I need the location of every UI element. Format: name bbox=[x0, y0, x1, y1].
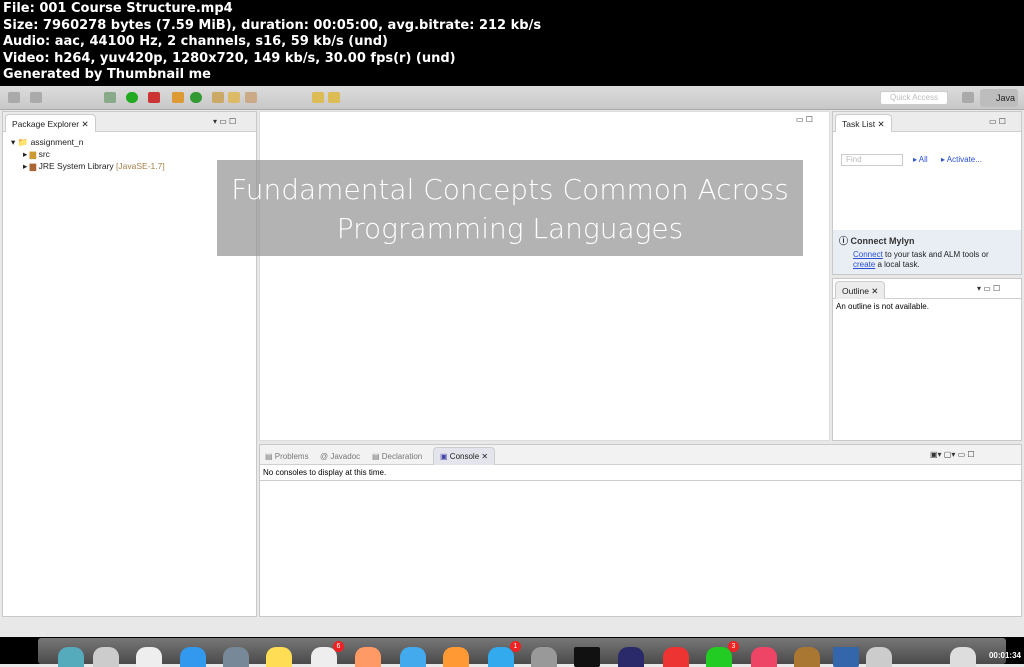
video-info-header: File: 001 Course Structure.mp4 Size: 796… bbox=[0, 0, 1024, 86]
outline-panel: Outline ✕ ▾ ▭ ☐ An outline is not availa… bbox=[832, 278, 1022, 441]
tab-label: Outline bbox=[842, 286, 869, 296]
trash-icon[interactable] bbox=[950, 647, 976, 667]
console-controls[interactable]: ▣▾ ▢▾ ▭ ☐ bbox=[930, 450, 975, 459]
connect-link[interactable]: Connect bbox=[853, 250, 883, 259]
itunes-icon[interactable] bbox=[751, 647, 777, 667]
tab-outline[interactable]: Outline ✕ bbox=[835, 281, 886, 299]
messages-icon[interactable] bbox=[400, 647, 426, 667]
launchpad-icon[interactable] bbox=[93, 647, 119, 667]
open-folder-icon[interactable] bbox=[228, 92, 240, 103]
books-icon[interactable] bbox=[443, 647, 469, 667]
photos-icon[interactable] bbox=[355, 647, 381, 667]
task-list-panel: Task List ✕ ▭ ☐ Find ▸ All ▸ Activate...… bbox=[832, 111, 1022, 275]
settings-icon[interactable] bbox=[531, 647, 557, 667]
view-menu-icon[interactable]: ▾ ▭ ☐ bbox=[213, 117, 236, 126]
window-controls[interactable]: ▭ ☐ bbox=[989, 117, 1006, 126]
outline-message: An outline is not available. bbox=[836, 302, 929, 311]
tab-label: Problems bbox=[274, 452, 309, 461]
tab-label: Declaration bbox=[381, 452, 423, 461]
notes-icon[interactable] bbox=[266, 647, 292, 667]
back-icon[interactable] bbox=[312, 92, 324, 103]
timestamp: 00:01:34 bbox=[988, 651, 1021, 660]
tab-javadoc[interactable]: @ Javadoc bbox=[320, 452, 360, 461]
all-link[interactable]: ▸ All bbox=[913, 155, 928, 164]
tab-label: Task List bbox=[842, 119, 876, 129]
main-toolbar: Quick Access Java bbox=[0, 86, 1024, 110]
info-line: File: 001 Course Structure.mp4 bbox=[3, 1, 233, 16]
dock: 6 1 3 00:01:34 bbox=[0, 637, 1024, 667]
overlay-line: Programming Languages bbox=[336, 212, 684, 245]
tree-item-src[interactable]: ▸ ▆ src bbox=[11, 148, 256, 160]
open-perspective-icon[interactable] bbox=[962, 92, 974, 103]
mylyn-title-text: Connect Mylyn bbox=[850, 236, 915, 246]
photo-icon[interactable] bbox=[223, 647, 249, 667]
word-icon[interactable] bbox=[833, 647, 859, 667]
open-type-icon[interactable] bbox=[212, 92, 224, 103]
tab-declaration[interactable]: ▤ Declaration bbox=[372, 452, 422, 461]
badge: 6 bbox=[333, 641, 344, 652]
info-line: Audio: aac, 44100 Hz, 2 channels, s16, 5… bbox=[3, 34, 388, 49]
tree-item-project[interactable]: ▾ 📁 assignment_n bbox=[11, 136, 256, 148]
window-controls[interactable]: ▾ ▭ ☐ bbox=[977, 284, 1000, 293]
tab-task-list[interactable]: Task List ✕ bbox=[835, 114, 892, 132]
console-message: No consoles to display at this time. bbox=[260, 465, 1021, 481]
mylyn-text: to your task and ALM tools or bbox=[882, 250, 989, 259]
info-line: Video: h264, yuv420p, 1280x720, 149 kb/s… bbox=[3, 50, 456, 66]
tab-label: Console bbox=[449, 452, 480, 461]
item-extra: [JavaSE-1.7] bbox=[116, 161, 165, 171]
project-label: assignment_n bbox=[30, 137, 84, 147]
video-icon[interactable] bbox=[866, 647, 892, 667]
tab-console[interactable]: ▣ Console ✕ bbox=[433, 447, 496, 465]
search-icon[interactable] bbox=[245, 92, 257, 103]
preview-icon[interactable] bbox=[794, 647, 820, 667]
mail-icon[interactable] bbox=[311, 647, 337, 667]
safari-icon[interactable] bbox=[180, 647, 206, 667]
app-store-icon[interactable] bbox=[488, 647, 514, 667]
activate-label: Activate... bbox=[946, 155, 982, 164]
mylyn-text: a local task. bbox=[875, 260, 920, 269]
new-package-icon[interactable] bbox=[172, 92, 184, 103]
quick-access-input[interactable]: Quick Access bbox=[880, 91, 948, 105]
all-label: All bbox=[918, 155, 928, 164]
terminal-icon[interactable] bbox=[574, 647, 600, 667]
external-tools-icon[interactable] bbox=[148, 92, 160, 103]
mylyn-title: ⓘ Connect Mylyn bbox=[839, 236, 915, 246]
info-line: Size: 7960278 bytes (7.59 MiB), duration… bbox=[3, 17, 542, 33]
chrome-icon[interactable] bbox=[663, 647, 689, 667]
connect-mylyn-box: ⓘ Connect Mylyn Connect to your task and… bbox=[833, 230, 1021, 274]
debug-icon[interactable] bbox=[104, 92, 116, 103]
item-label: src bbox=[38, 149, 50, 159]
console-panel: ▤ Problems @ Javadoc ▤ Declaration ▣ Con… bbox=[259, 444, 1022, 617]
title-overlay: Fundamental Concepts Common Across Progr… bbox=[217, 160, 803, 256]
tab-label: Javadoc bbox=[330, 452, 361, 461]
badge: 1 bbox=[510, 641, 521, 652]
facetime-icon[interactable] bbox=[706, 647, 732, 667]
run-icon[interactable] bbox=[126, 92, 138, 103]
eclipse-icon[interactable] bbox=[618, 647, 644, 667]
info-line: Generated by Thumbnail me bbox=[3, 67, 211, 82]
java-perspective-button[interactable]: Java bbox=[980, 89, 1018, 107]
overlay-line: Fundamental Concepts Common Across bbox=[231, 173, 789, 206]
item-label: JRE System Library bbox=[38, 161, 114, 171]
badge: 3 bbox=[728, 641, 739, 652]
new-icon[interactable] bbox=[8, 92, 20, 103]
save-icon[interactable] bbox=[30, 92, 42, 103]
editor-window-controls[interactable]: ▭ ☐ bbox=[796, 115, 813, 124]
finder-icon[interactable] bbox=[58, 647, 84, 667]
find-input[interactable]: Find bbox=[841, 154, 903, 166]
activate-link[interactable]: ▸ Activate... bbox=[941, 155, 982, 164]
tab-problems[interactable]: ▤ Problems bbox=[265, 452, 309, 461]
forward-icon[interactable] bbox=[328, 92, 340, 103]
new-class-icon[interactable] bbox=[190, 92, 202, 103]
create-link[interactable]: create bbox=[853, 260, 875, 269]
calendar-icon[interactable] bbox=[136, 647, 162, 667]
tab-label: Package Explorer bbox=[12, 119, 80, 129]
tab-package-explorer[interactable]: Package Explorer ✕ bbox=[5, 114, 96, 132]
